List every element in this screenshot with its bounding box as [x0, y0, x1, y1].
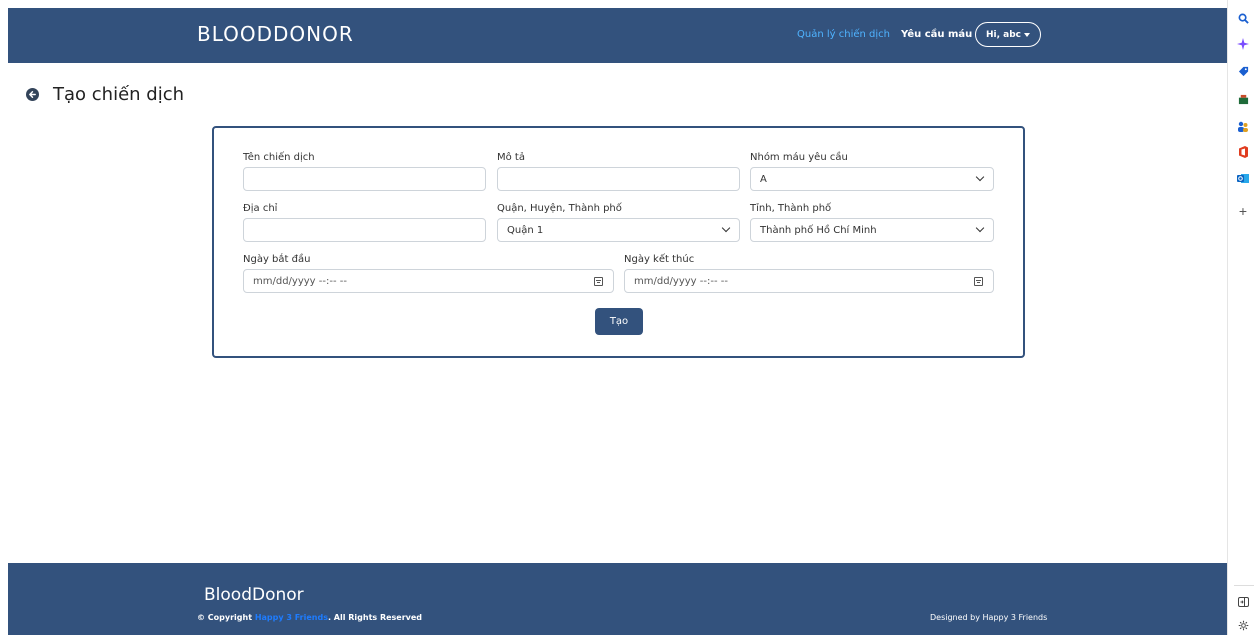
- start-date-field: Ngày bắt đầu mm/dd/yyyy --:-- --: [243, 254, 614, 293]
- end-date-input[interactable]: mm/dd/yyyy --:-- --: [624, 269, 994, 293]
- add-icon[interactable]: +: [1237, 203, 1249, 219]
- navbar: BLOODDONOR Quản lý chiến dịch Yêu cầu má…: [8, 8, 1227, 63]
- campaign-form-card: Tên chiến dịch Mô tả Nhóm máu yêu cầu A …: [212, 126, 1025, 358]
- district-value: Quận 1: [507, 224, 544, 236]
- start-date-input[interactable]: mm/dd/yyyy --:-- --: [243, 269, 614, 293]
- chevron-down-icon: [975, 172, 985, 182]
- page-title-row: Tạo chiến dịch: [26, 84, 184, 105]
- province-select[interactable]: Thành phố Hồ Chí Minh: [750, 218, 994, 242]
- end-date-label: Ngày kết thúc: [624, 254, 695, 265]
- footer-designed-by: Designed by Happy 3 Friends: [930, 613, 1048, 622]
- blood-group-field: Nhóm máu yêu cầu A: [750, 152, 994, 191]
- province-value: Thành phố Hồ Chí Minh: [760, 224, 877, 236]
- calendar-icon[interactable]: [594, 277, 603, 286]
- start-date-label: Ngày bắt đầu: [243, 254, 311, 265]
- back-arrow-icon[interactable]: [26, 88, 39, 101]
- page: BLOODDONOR Quản lý chiến dịch Yêu cầu má…: [0, 0, 1227, 635]
- user-menu-button[interactable]: Hi, abc: [975, 22, 1041, 47]
- brand-logo[interactable]: BLOODDONOR: [197, 22, 354, 46]
- blood-group-select[interactable]: A: [750, 167, 994, 191]
- people-icon[interactable]: [1237, 120, 1249, 132]
- user-menu-label: Hi, abc: [985, 29, 1022, 40]
- footer-brand: BloodDonor: [204, 585, 304, 605]
- end-date-placeholder: mm/dd/yyyy --:-- --: [634, 275, 728, 287]
- sidebar-divider: [1234, 585, 1254, 586]
- description-label: Mô tả: [497, 152, 525, 163]
- sidebar-toggle-icon[interactable]: [1237, 596, 1249, 608]
- description-input[interactable]: [497, 167, 740, 191]
- calendar-icon[interactable]: [974, 277, 983, 286]
- copyright-link[interactable]: Happy 3 Friends: [255, 613, 328, 622]
- create-button[interactable]: Tạo: [595, 308, 643, 335]
- campaign-name-field: Tên chiến dịch: [243, 152, 486, 191]
- address-input[interactable]: [243, 218, 486, 242]
- chevron-down-icon: [721, 223, 731, 233]
- copyright-prefix: © Copyright: [197, 613, 255, 622]
- copyright-suffix: . All Rights Reserved: [327, 613, 423, 622]
- campaign-name-label: Tên chiến dịch: [243, 152, 315, 163]
- district-field: Quận, Huyện, Thành phố Quận 1: [497, 203, 740, 242]
- district-label: Quận, Huyện, Thành phố: [497, 203, 622, 214]
- end-date-field: Ngày kết thúc mm/dd/yyyy --:-- --: [624, 254, 994, 293]
- nav-blood-request[interactable]: Yêu cầu máu: [901, 29, 972, 40]
- office-icon[interactable]: [1237, 146, 1249, 158]
- blood-group-label: Nhóm máu yêu cầu: [750, 152, 848, 163]
- settings-icon[interactable]: [1237, 619, 1249, 631]
- blood-group-value: A: [760, 173, 767, 185]
- footer-copyright: © Copyright Happy 3 Friends. All Rights …: [197, 613, 422, 622]
- province-label: Tỉnh, Thành phố: [750, 203, 832, 214]
- browser-sidebar: +: [1227, 0, 1259, 635]
- caret-down-icon: [1024, 32, 1031, 37]
- nav-campaign-management[interactable]: Quản lý chiến dịch: [797, 29, 890, 40]
- district-select[interactable]: Quận 1: [497, 218, 740, 242]
- campaign-name-input[interactable]: [243, 167, 486, 191]
- tag-icon[interactable]: [1237, 65, 1249, 77]
- address-label: Địa chỉ: [243, 203, 278, 214]
- copilot-icon[interactable]: [1237, 38, 1249, 50]
- shopping-icon[interactable]: [1237, 93, 1249, 105]
- description-field: Mô tả: [497, 152, 740, 191]
- page-title: Tạo chiến dịch: [53, 84, 185, 105]
- province-field: Tỉnh, Thành phố Thành phố Hồ Chí Minh: [750, 203, 994, 242]
- address-field: Địa chỉ: [243, 203, 486, 242]
- footer: BloodDonor © Copyright Happy 3 Friends. …: [8, 563, 1227, 635]
- start-date-placeholder: mm/dd/yyyy --:-- --: [253, 275, 347, 287]
- search-icon[interactable]: [1237, 12, 1249, 24]
- outlook-icon[interactable]: [1237, 172, 1249, 184]
- chevron-down-icon: [975, 223, 985, 233]
